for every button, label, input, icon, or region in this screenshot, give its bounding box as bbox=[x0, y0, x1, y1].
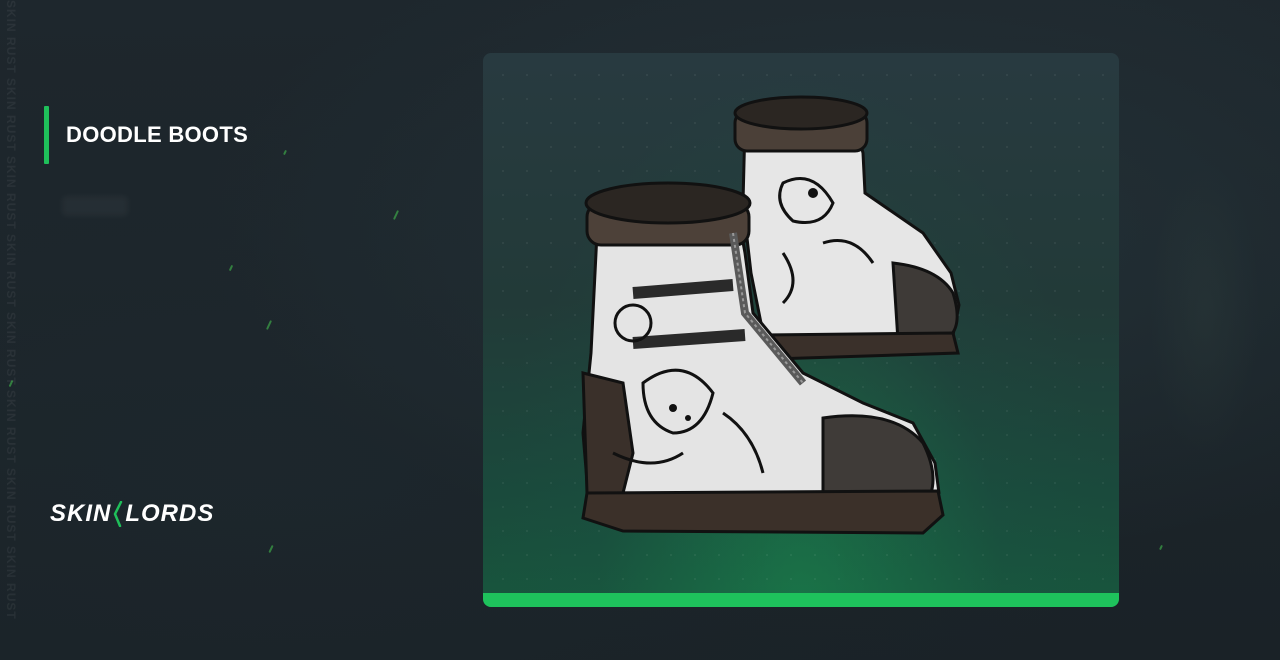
card-accent-bar bbox=[483, 593, 1119, 607]
item-card bbox=[483, 53, 1119, 607]
logo-text-right: LORDS bbox=[125, 500, 215, 527]
item-title-block: DOODLE BOOTS bbox=[44, 106, 248, 164]
back-boot-icon bbox=[733, 95, 961, 361]
side-watermark-text: SKIN RUST SKIN RUST SKIN RUST SKIN RUST … bbox=[4, 0, 18, 620]
background-glow bbox=[1150, 160, 1260, 460]
doodle-boots-image bbox=[581, 95, 961, 535]
logo-text-left: SKIN bbox=[50, 500, 112, 527]
blurred-placeholder bbox=[62, 196, 128, 216]
item-title: DOODLE BOOTS bbox=[66, 122, 249, 147]
logo-slash-icon bbox=[113, 500, 123, 528]
skinlords-logo: SKIN LORDS bbox=[50, 500, 214, 528]
title-accent-bar bbox=[44, 106, 49, 164]
